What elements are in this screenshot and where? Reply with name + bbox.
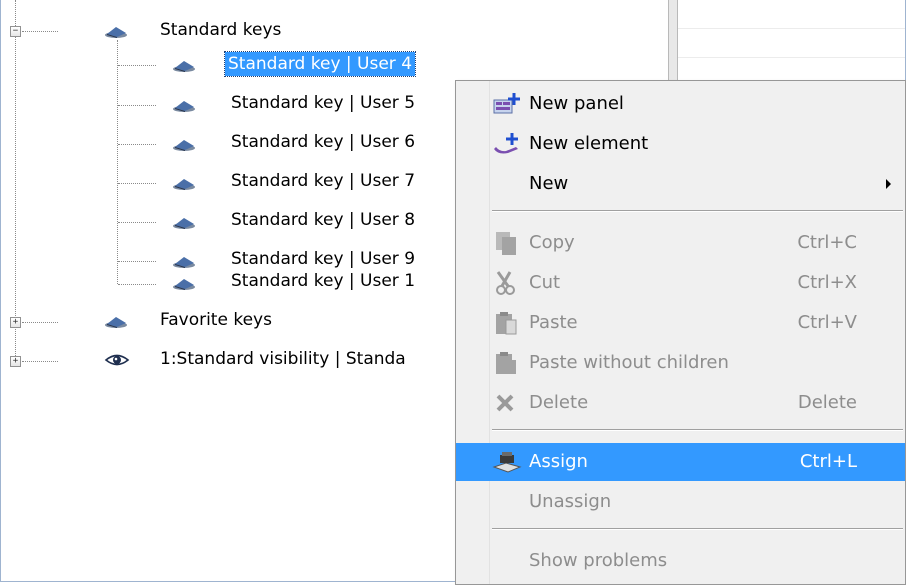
tree-connector: [118, 65, 156, 66]
tree-node-standard-key-user-4[interactable]: Standard key | User 4: [223, 51, 417, 77]
expand-toggle[interactable]: +: [10, 356, 21, 367]
menu-item-new-element[interactable]: New element: [456, 125, 905, 163]
expand-toggle[interactable]: +: [10, 317, 21, 328]
menu-item-show-problems[interactable]: Show problems: [456, 542, 905, 580]
collapse-toggle[interactable]: −: [10, 26, 21, 37]
tree-connector: [22, 322, 58, 323]
key-icon: [173, 179, 195, 190]
key-icon: [173, 140, 195, 151]
eye-icon: [104, 354, 130, 366]
context-menu: New panel New element New Copy Ctrl+C Cu…: [455, 80, 906, 585]
tree-connector: [118, 222, 156, 223]
assign-icon: [492, 452, 522, 473]
submenu-arrow-icon: [886, 179, 891, 189]
menu-item-label: New: [529, 173, 569, 194]
tree-node-standard-key-user-7[interactable]: Standard key | User 7: [228, 169, 418, 193]
menu-item-paste[interactable]: Paste Ctrl+V: [456, 304, 905, 342]
delete-icon: [496, 394, 514, 412]
new-element-icon: [494, 133, 518, 154]
menu-item-label: Assign: [529, 451, 588, 472]
menu-item-shortcut: Ctrl+C: [797, 232, 857, 253]
tree-node-standard-key-user-8[interactable]: Standard key | User 8: [228, 208, 418, 232]
paste-icon: [496, 312, 517, 335]
key-icon: [173, 257, 195, 268]
properties-row: [678, 0, 905, 29]
menu-item-delete[interactable]: Delete Delete: [456, 384, 905, 422]
tree-connector: [118, 284, 156, 285]
copy-icon: [496, 232, 516, 255]
properties-row: [678, 29, 905, 58]
menu-item-shortcut: Ctrl+L: [799, 451, 857, 472]
menu-item-new-panel[interactable]: New panel: [456, 85, 905, 123]
menu-item-label: Cut: [529, 272, 561, 293]
menu-item-label: Copy: [529, 232, 575, 253]
key-icon: [173, 279, 195, 290]
menu-item-label: New element: [529, 133, 649, 154]
key-group-icon: [105, 27, 127, 38]
menu-separator: [492, 528, 903, 530]
cut-icon: [496, 271, 515, 295]
menu-item-cut[interactable]: Cut Ctrl+X: [456, 264, 905, 302]
menu-item-label: Delete: [529, 392, 589, 413]
menu-item-unassign[interactable]: Unassign: [456, 483, 905, 521]
tree-connector: [15, 0, 16, 356]
menu-item-paste-without-children[interactable]: Paste without children: [456, 344, 905, 382]
menu-item-label: Show problems: [529, 550, 668, 571]
properties-pane: [678, 0, 905, 90]
tree-connector: [117, 40, 118, 284]
menu-item-label: Paste without children: [529, 352, 729, 373]
menu-item-label: Unassign: [529, 491, 612, 512]
menu-separator: [492, 429, 903, 431]
menu-item-assign[interactable]: Assign Ctrl+L: [456, 443, 905, 481]
tree-node-standard-keys[interactable]: Standard keys: [157, 18, 284, 42]
new-panel-icon: [493, 93, 520, 114]
key-icon: [173, 218, 195, 229]
tree-node-standard-key-user-6[interactable]: Standard key | User 6: [228, 130, 418, 154]
tree-connector: [118, 261, 156, 262]
menu-separator: [492, 210, 903, 212]
menu-item-new[interactable]: New: [456, 165, 905, 203]
paste-without-children-icon: [496, 352, 516, 374]
menu-item-label: Paste: [529, 312, 578, 333]
menu-item-label: New panel: [529, 93, 624, 114]
tree-connector: [118, 183, 156, 184]
key-icon: [173, 61, 195, 72]
pane-splitter[interactable]: [668, 0, 678, 90]
tree-node-standard-key-user-1[interactable]: Standard key | User 1: [228, 269, 418, 293]
menu-item-shortcut: Delete: [797, 392, 857, 413]
tree-connector: [22, 361, 58, 362]
tree-connector: [118, 144, 156, 145]
key-group-icon: [105, 317, 127, 328]
key-icon: [173, 101, 195, 112]
tree-node-standard-key-user-5[interactable]: Standard key | User 5: [228, 91, 418, 115]
tree-node-standard-key-user-9[interactable]: Standard key | User 9: [228, 247, 418, 271]
menu-item-shortcut: Ctrl+V: [797, 312, 857, 333]
tree-node-favorite-keys[interactable]: Favorite keys: [157, 308, 275, 332]
tree-connector: [22, 31, 58, 32]
tree-connector: [118, 105, 156, 106]
tree-node-standard-visibility[interactable]: 1:Standard visibility | Standa: [157, 347, 409, 371]
menu-item-copy[interactable]: Copy Ctrl+C: [456, 224, 905, 262]
menu-item-shortcut: Ctrl+X: [797, 272, 857, 293]
